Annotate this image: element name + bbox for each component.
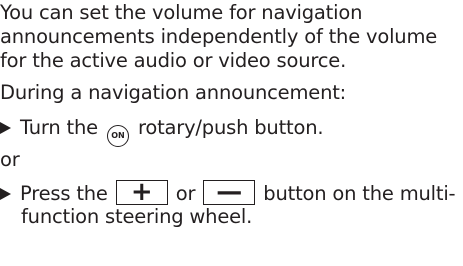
step-1: Turn the ON rotary/push button.	[0, 116, 324, 147]
step-2-middle: or	[175, 182, 196, 205]
paragraph-line-1: You can set the volume for navigation	[0, 1, 363, 24]
on-button-icon: ON	[106, 125, 129, 147]
paragraph-line-3: for the active audio or video source.	[0, 49, 347, 72]
minus-key-glyph: —	[216, 177, 243, 207]
step-1-before: Turn the	[20, 116, 98, 139]
or-text: or	[0, 148, 20, 171]
step-2-after: button on the multi-	[263, 182, 456, 205]
arrow-bullet-icon	[0, 122, 11, 134]
minus-key-icon: —	[203, 177, 256, 207]
arrow-bullet-icon	[0, 188, 11, 200]
step-2-before: Press the	[20, 182, 108, 205]
paragraph-line-2: announcements independently of the volum…	[0, 25, 438, 48]
step-2: Press the + or — button on the multi-	[0, 177, 456, 207]
plus-key-glyph: +	[130, 177, 153, 207]
intro-text: During a navigation announcement:	[0, 81, 347, 104]
plus-key-icon: +	[115, 177, 168, 207]
step-2-continuation: function steering wheel.	[21, 205, 253, 228]
step-1-after: rotary/push button.	[137, 116, 324, 139]
